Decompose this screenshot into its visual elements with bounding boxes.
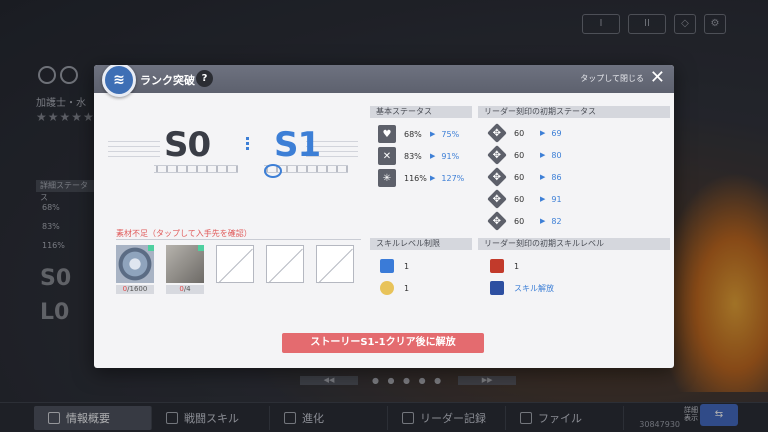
materials-shortage-label[interactable]: 素材不足（タップして入手先を確認） <box>116 228 252 239</box>
basic-stat-row: ✳ 116% ▶ 127% <box>378 169 464 187</box>
burst-icon: ✳ <box>378 169 396 187</box>
empty-material-slot <box>216 245 254 283</box>
dialog-title: ランク突破 <box>140 74 195 87</box>
stat-next: 69 <box>551 128 562 138</box>
next-rank: S1 <box>274 125 321 165</box>
skill-limit-value: 1 <box>404 283 410 293</box>
leader-stat-row: ✥ 60 ▶ 80 <box>487 145 562 165</box>
material-crate-icon <box>166 245 204 283</box>
arrow-right-icon: ▶ <box>430 174 436 182</box>
stat-current: 83% <box>404 151 422 161</box>
arrow-right-icon: ▶ <box>430 152 436 160</box>
arrow-right-icon: ▶ <box>430 130 436 138</box>
stat-current: 60 <box>514 172 525 182</box>
chain-decoration <box>154 165 238 173</box>
leader-skill-header: リーダー刻印の初期スキルレベル <box>478 238 670 250</box>
passive-skill-icon <box>380 281 394 295</box>
stat-next: 127% <box>441 173 465 183</box>
rank-display: S0 S1 <box>108 125 358 185</box>
basic-stat-row: ♥ 68% ▶ 75% <box>378 125 459 143</box>
arrow-right-icon: ▶ <box>540 151 546 159</box>
materials-row: 0/1600 0/4 <box>116 245 354 294</box>
stat-current: 60 <box>514 216 525 226</box>
leader-skill-icon <box>490 259 504 273</box>
stat-current: 68% <box>404 129 422 139</box>
stat-current: 60 <box>514 128 525 138</box>
stat-next: 80 <box>551 150 562 160</box>
leader-skill-row: 1 <box>490 259 519 273</box>
leader-stat-5-icon: ✥ <box>487 211 507 231</box>
arrow-right-icon: ▶ <box>540 129 546 137</box>
close-hint: タップして閉じる <box>580 74 644 83</box>
arrow-right-icon: ▶ <box>540 217 546 225</box>
leader-stat-row: ✥ 60 ▶ 82 <box>487 211 562 231</box>
leader-stat-4-icon: ✥ <box>487 189 507 209</box>
skill-limit-value: 1 <box>404 261 410 271</box>
stat-next: 86 <box>551 172 562 182</box>
arrow-right-icon: ▶ <box>540 173 546 181</box>
rank-emblem-icon: ≋ <box>102 65 136 97</box>
heart-shield-icon: ♥ <box>378 125 396 143</box>
leader-stat-1-icon: ✥ <box>487 123 507 143</box>
stat-current: 60 <box>514 194 525 204</box>
material-disc-icon <box>116 245 154 283</box>
crossed-swords-icon: ✕ <box>378 147 396 165</box>
material-count: 0/4 <box>166 285 204 294</box>
locked-skill-icon <box>490 281 504 295</box>
leader-stat-2-icon: ✥ <box>487 145 507 165</box>
leader-skill-value: 1 <box>514 261 520 271</box>
leader-stat-row: ✥ 60 ▶ 69 <box>487 123 562 143</box>
divider <box>116 239 361 240</box>
unlock-button[interactable]: ストーリーS1-1クリア後に解放 <box>282 333 484 353</box>
material-count: 0/1600 <box>116 285 154 294</box>
skill-limit-header: スキルレベル制限 <box>370 238 472 250</box>
material-item[interactable]: 0/4 <box>166 245 204 294</box>
stat-current: 60 <box>514 150 525 160</box>
chain-decoration-active <box>264 164 348 178</box>
material-item[interactable]: 0/1600 <box>116 245 154 294</box>
basic-stat-row: ✕ 83% ▶ 91% <box>378 147 459 165</box>
stat-next: 91% <box>441 151 460 161</box>
leader-stat-3-icon: ✥ <box>487 167 507 187</box>
dialog-header: ≋ ランク突破 ? タップして閉じる ✕ <box>94 65 674 97</box>
stat-next: 91 <box>551 194 562 204</box>
close-button[interactable]: ✕ <box>650 68 665 88</box>
leader-status-header: リーダー刻印の初期ステータス <box>478 106 670 118</box>
skill-limit-row: 1 <box>380 281 409 295</box>
rank-breakthrough-dialog: ≋ ランク突破 ? タップして閉じる ✕ S0 S1 素材不足（タップして入手先… <box>94 65 674 368</box>
help-button[interactable]: ? <box>196 70 213 87</box>
decor-lines <box>108 141 160 161</box>
current-rank: S0 <box>164 125 211 165</box>
stat-next: 75% <box>441 129 460 139</box>
rank-arrow-icon <box>232 135 262 157</box>
empty-material-slot <box>316 245 354 283</box>
empty-material-slot <box>266 245 304 283</box>
arrow-right-icon: ▶ <box>540 195 546 203</box>
active-skill-icon <box>380 259 394 273</box>
leader-skill-row: スキル解放 <box>490 281 554 295</box>
leader-stat-row: ✥ 60 ▶ 86 <box>487 167 562 187</box>
skill-limit-row: 1 <box>380 259 409 273</box>
skill-unlock-text: スキル解放 <box>514 283 554 293</box>
basic-status-header: 基本ステータス <box>370 106 472 118</box>
leader-stat-row: ✥ 60 ▶ 91 <box>487 189 562 209</box>
stat-current: 116% <box>404 173 427 183</box>
stat-next: 82 <box>551 216 562 226</box>
